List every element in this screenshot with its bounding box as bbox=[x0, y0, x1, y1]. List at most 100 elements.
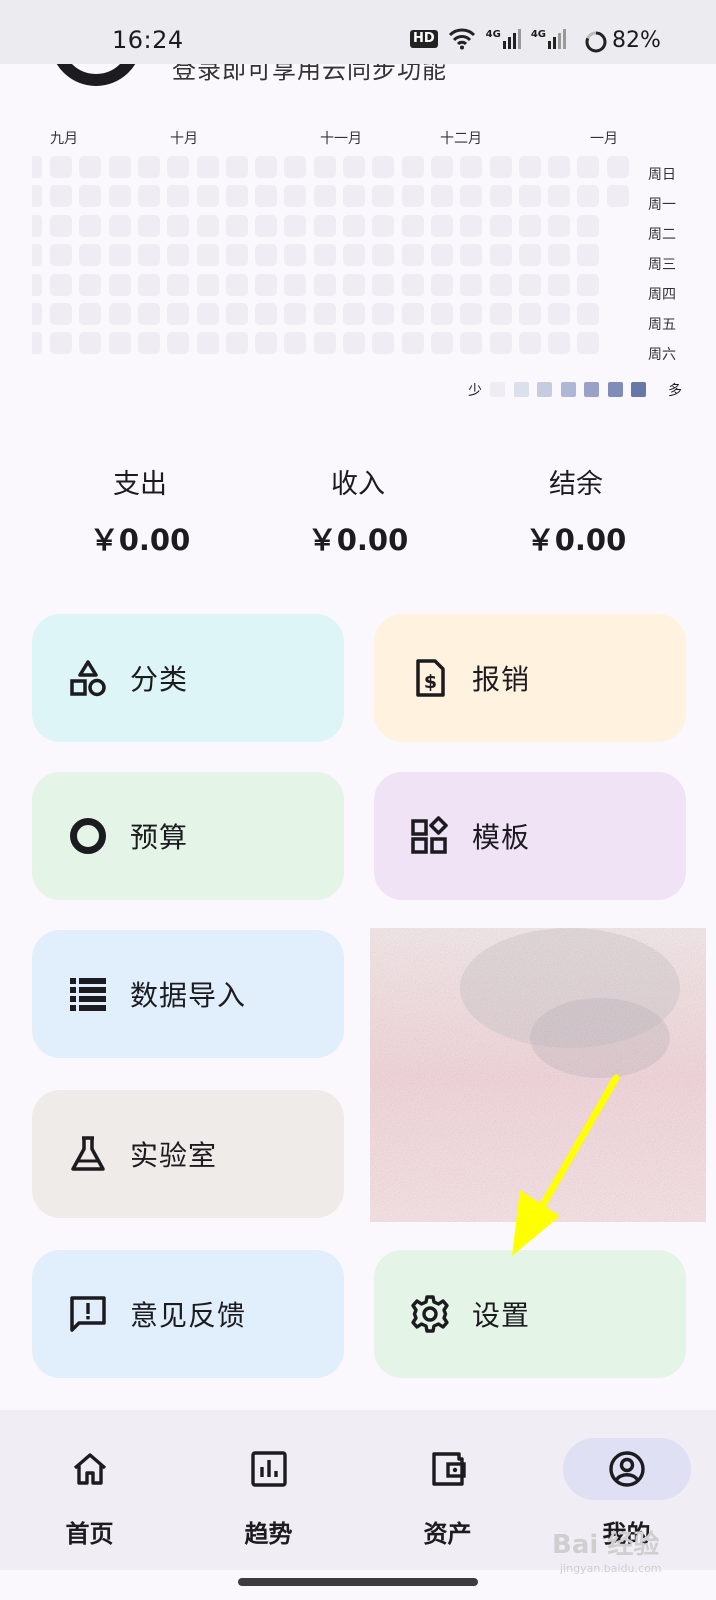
profile-header[interactable]: 登录即可享用云同步功能 bbox=[0, 64, 716, 94]
heatmap-cell bbox=[137, 332, 160, 355]
reimburse-button[interactable]: $ 报销 bbox=[374, 614, 686, 742]
heatmap-cell bbox=[108, 332, 131, 355]
status-icons: HD 4G 4G bbox=[409, 28, 566, 50]
home-icon bbox=[26, 1438, 154, 1500]
heatmap-cell bbox=[518, 303, 541, 325]
heatmap-cell bbox=[430, 303, 453, 325]
template-button[interactable]: 模板 bbox=[374, 772, 686, 900]
heatmap-cell bbox=[255, 214, 278, 237]
heatmap-cell bbox=[167, 273, 190, 296]
heatmap-cell bbox=[343, 185, 365, 208]
heatmap-cell bbox=[284, 185, 307, 208]
shapes-icon bbox=[68, 658, 108, 698]
heatmap-cell bbox=[548, 244, 571, 267]
nav-trends[interactable]: 趋势 bbox=[179, 1410, 358, 1570]
heatmap-cell bbox=[284, 244, 307, 267]
wallet-icon bbox=[384, 1438, 512, 1500]
heatmap-cell bbox=[50, 244, 72, 267]
weekday-label: 周五 bbox=[648, 317, 676, 333]
heatmap-cell bbox=[577, 185, 600, 208]
heatmap-cell bbox=[108, 244, 131, 267]
heatmap-cell bbox=[313, 156, 336, 178]
heatmap-cell bbox=[32, 273, 42, 296]
heatmap-cell bbox=[343, 303, 365, 325]
heatmap-cell bbox=[460, 185, 483, 208]
heatmap-cell bbox=[108, 303, 131, 325]
heatmap-cell bbox=[255, 156, 278, 178]
heatmap-cell bbox=[372, 332, 395, 355]
settings-button[interactable]: 设置 bbox=[374, 1250, 686, 1378]
category-button[interactable]: 分类 bbox=[32, 614, 344, 742]
avatar[interactable] bbox=[50, 64, 142, 86]
heatmap-cell bbox=[343, 244, 365, 267]
nav-home[interactable]: 首页 bbox=[0, 1410, 179, 1570]
heatmap-cell bbox=[284, 332, 307, 355]
budget-button[interactable]: 预算 bbox=[32, 772, 344, 900]
summary-value: ￥0.00 bbox=[89, 523, 191, 557]
heatmap-cell bbox=[225, 156, 248, 178]
feedback-button[interactable]: 意见反馈 bbox=[32, 1250, 344, 1378]
heatmap-cell bbox=[489, 214, 512, 237]
heatmap-cell bbox=[225, 273, 248, 296]
heatmap-cell bbox=[196, 273, 219, 296]
heatmap-cell bbox=[606, 156, 629, 178]
heatmap-cell bbox=[606, 185, 629, 208]
nav-label: 首页 bbox=[65, 1520, 114, 1548]
heatmap-cell bbox=[430, 185, 453, 208]
weekday-label: 周日 bbox=[648, 167, 676, 183]
import-button[interactable]: 数据导入 bbox=[32, 930, 344, 1058]
hd-icon: HD bbox=[409, 30, 438, 48]
heatmap-cell bbox=[372, 156, 395, 178]
settings-label: 设置 bbox=[472, 1299, 531, 1332]
reimburse-label: 报销 bbox=[472, 663, 531, 696]
nav-assets[interactable]: 资产 bbox=[358, 1410, 537, 1570]
heatmap-cell bbox=[32, 244, 42, 267]
heatmap-cell bbox=[548, 273, 571, 296]
heatmap-cell bbox=[196, 332, 219, 355]
heatmap-cell bbox=[518, 185, 541, 208]
summary-value: ￥0.00 bbox=[307, 523, 409, 557]
heatmap-cell bbox=[401, 214, 424, 237]
budget-label: 预算 bbox=[130, 821, 189, 854]
heatmap-cell bbox=[284, 214, 307, 237]
heatmap-cell bbox=[255, 185, 278, 208]
lab-label: 实验室 bbox=[130, 1139, 218, 1172]
heatmap-cell bbox=[372, 214, 395, 237]
gesture-bar[interactable] bbox=[238, 1578, 478, 1586]
heatmap-cell bbox=[167, 214, 190, 237]
heatmap-cell bbox=[50, 303, 72, 325]
heatmap-cell bbox=[577, 244, 600, 267]
activity-heatmap: 九月 十月 十一月 十二月 一月 周日 周一 周二 周三 周四 周五 周六 少 … bbox=[0, 128, 716, 418]
status-time: 16:24 bbox=[112, 26, 184, 54]
heatmap-cell bbox=[196, 214, 219, 237]
heatmap-cell bbox=[167, 185, 190, 208]
heatmap-cell bbox=[108, 214, 131, 237]
heatmap-cell bbox=[255, 332, 278, 355]
month-label: 九月 bbox=[50, 131, 78, 147]
heatmap-cell bbox=[577, 214, 600, 237]
heatmap-cell bbox=[225, 303, 248, 325]
heatmap-cell bbox=[50, 273, 72, 296]
feedback-icon bbox=[68, 1294, 108, 1334]
lab-button[interactable]: 实验室 bbox=[32, 1090, 344, 1218]
heatmap-cell bbox=[401, 303, 424, 325]
heatmap-cell bbox=[460, 244, 483, 267]
heatmap-cell bbox=[430, 214, 453, 237]
legend-swatch bbox=[537, 382, 552, 397]
heatmap-cell bbox=[167, 156, 190, 178]
heatmap-cell bbox=[32, 332, 42, 355]
month-label: 十二月 bbox=[440, 131, 482, 147]
heatmap-cell bbox=[430, 332, 453, 355]
weekday-label: 周三 bbox=[648, 257, 676, 273]
heatmap-cell bbox=[167, 244, 190, 267]
ring-icon bbox=[68, 816, 108, 856]
heatmap-cell bbox=[313, 214, 336, 237]
heatmap-cell bbox=[50, 185, 72, 208]
heatmap-cell bbox=[79, 273, 102, 296]
heatmap-cell bbox=[577, 332, 600, 355]
heatmap-cell bbox=[343, 214, 365, 237]
watermark: Bai 经验 bbox=[552, 1530, 660, 1560]
heatmap-cell bbox=[225, 185, 248, 208]
summary-value: ￥0.00 bbox=[525, 523, 627, 557]
login-hint[interactable]: 登录即可享用云同步功能 bbox=[172, 64, 447, 85]
